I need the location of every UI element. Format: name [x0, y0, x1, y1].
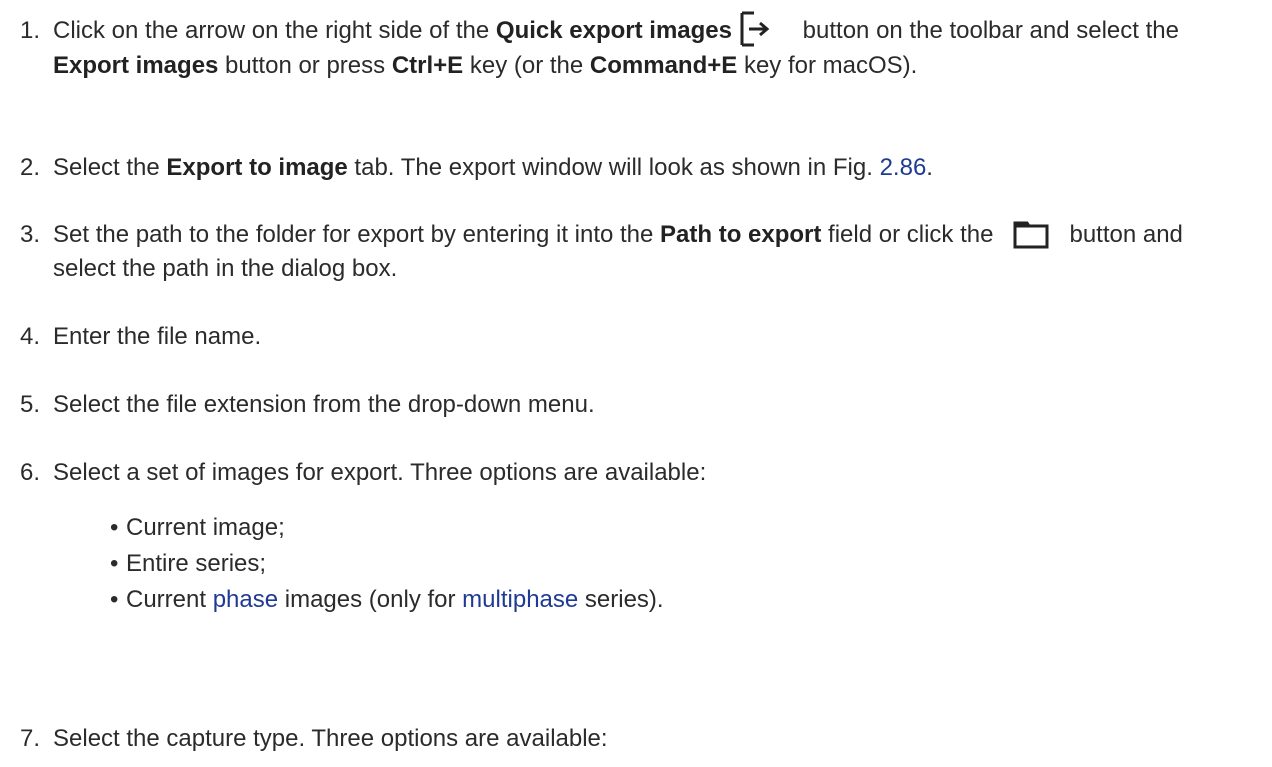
step-text: Select the file extension from the drop-…: [53, 391, 595, 418]
step-number: 3.: [20, 221, 41, 248]
step-text: .: [926, 154, 933, 181]
step-1: 1. Click on the arrow on the right side …: [20, 11, 1250, 83]
step-text: field or click the: [821, 221, 994, 248]
step-text: Set the path to the folder for export by…: [53, 221, 661, 248]
list-item-text: images (only for: [278, 586, 463, 613]
step-number: 1.: [20, 17, 41, 44]
step-text: Select a set of images for export. Three…: [53, 459, 707, 486]
bold-term: Export to image: [166, 154, 348, 181]
step-text: Select the capture type. Three options a…: [53, 725, 608, 752]
folder-icon: [1013, 219, 1049, 249]
step-5: 5. Select the file extension from the dr…: [20, 388, 1250, 422]
bullet-mark: •: [110, 586, 119, 613]
list-item-text: Current image;: [126, 514, 285, 541]
step-text: button on the toolbar and select the: [796, 17, 1179, 44]
export-arrow-icon: [738, 9, 774, 49]
document-page: 1. Click on the arrow on the right side …: [0, 0, 1272, 767]
list-item-text: Current: [126, 586, 213, 613]
step-number: 6.: [20, 459, 41, 486]
step-text: button or press: [218, 51, 392, 79]
step-text: Enter the file name.: [53, 323, 262, 350]
phase-link[interactable]: phase: [213, 586, 278, 613]
figure-link[interactable]: 2.86: [880, 154, 927, 181]
bullet-mark: •: [110, 514, 119, 541]
step-4: 4. Enter the file name.: [20, 320, 1250, 354]
bold-term: Export images: [53, 51, 219, 79]
step-number: 5.: [20, 391, 41, 418]
step-7: 7. Select the capture type. Three option…: [20, 722, 1250, 756]
list-item: • Entire series;: [110, 546, 664, 582]
bullet-mark: •: [110, 550, 119, 577]
step-text: Select the: [53, 154, 167, 181]
step-text: Click on the arrow on the right side of …: [53, 17, 496, 44]
step-2: 2. Select the Export to image tab. The e…: [20, 151, 1250, 185]
step-text: key for macOS).: [737, 51, 918, 79]
bold-term: Ctrl+E: [391, 51, 464, 79]
list-item-text: Entire series;: [126, 550, 267, 577]
step-text: tab. The export window will look as show…: [347, 154, 880, 181]
step-text: key (or the: [463, 51, 590, 79]
list-item-text: series).: [578, 586, 664, 613]
step-number: 4.: [20, 323, 41, 350]
step-3: 3. Set the path to the folder for export…: [20, 218, 1250, 286]
step-number: 7.: [20, 725, 41, 752]
step-6: 6. Select a set of images for export. Th…: [20, 456, 1250, 490]
bold-term: Command+E: [589, 51, 738, 79]
bullet-list: • Current image; • Entire series; • Current…: [110, 510, 664, 618]
bold-term: Path to export: [660, 221, 822, 248]
step-number: 2.: [20, 154, 41, 181]
list-item: • Current phase images (only for multipha…: [110, 582, 664, 618]
multiphase-link[interactable]: multiphase: [462, 586, 578, 613]
bold-term: Quick export images: [495, 17, 732, 44]
list-item: • Current image;: [110, 510, 664, 546]
